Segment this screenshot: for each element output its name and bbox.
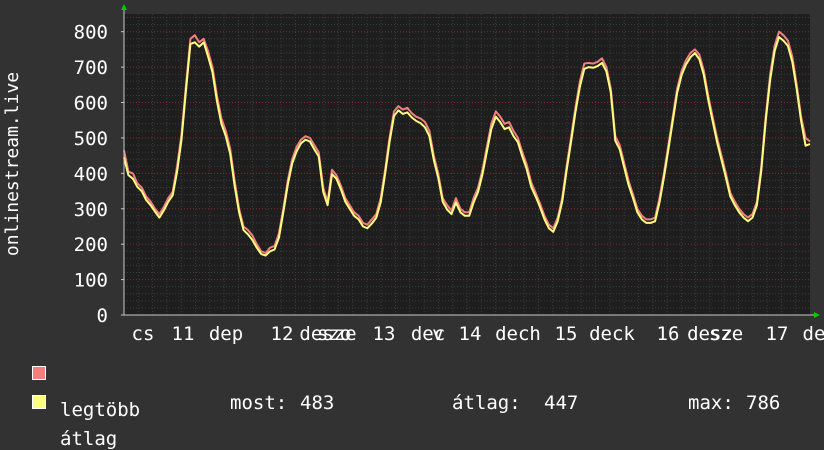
y-axis-label: onlinestream.live: [2, 72, 23, 256]
x-tick-labels: cs 11 dep 12 deszeszo 13 decv 14 dech 15 deck 16 des…: [132, 323, 824, 345]
x-tick-label: 15: [555, 323, 578, 345]
stat-max-value: 786: [746, 392, 781, 414]
legend-swatch-legtobb: [32, 366, 46, 380]
stat-most-value: 483: [300, 392, 335, 414]
x-tick-label: 11: [172, 323, 195, 345]
x-tick-label: 16: [657, 323, 680, 345]
x-tick-label: 13: [373, 323, 396, 345]
y-tick-label: 500: [74, 128, 108, 150]
x-tick-label: v: [432, 323, 443, 345]
y-tick-label: 700: [74, 57, 108, 79]
y-tick-label: 200: [74, 234, 108, 256]
x-tick-label: de: [803, 323, 824, 345]
x-tick-label: deck: [589, 323, 635, 345]
stat-atlag-value: 447: [544, 392, 579, 414]
x-tick-label: 12: [271, 323, 294, 345]
x-tick-label: 17: [766, 323, 789, 345]
y-tick-labels: 0 100 200 300 400 500 600 700 800: [74, 22, 108, 327]
y-axis-arrow: [121, 4, 127, 10]
legend-label-atlag: átlag: [60, 428, 118, 450]
chart: 0 100 200 300 400 500 600 700 800 cs 11 dep 12 de sze…: [2, 4, 824, 345]
y-tick-label: 0: [97, 305, 108, 327]
y-tick-label: 100: [74, 270, 108, 292]
legend-swatch-atlag: [32, 395, 46, 409]
x-tick-label: cs: [132, 323, 155, 345]
x-tick-label: sze: [709, 323, 743, 345]
stat-most-label: most:: [230, 392, 288, 414]
x-axis-arrow: [814, 312, 820, 318]
x-tick-label: szo: [317, 323, 351, 345]
stat-max-label: max:: [688, 392, 734, 414]
y-tick-label: 600: [74, 93, 108, 115]
legend-item-atlag: átlag: [32, 392, 117, 449]
x-tick-label: 14: [459, 323, 482, 345]
x-tick-label: dech: [495, 323, 541, 345]
y-tick-label: 800: [74, 22, 108, 44]
x-tick-label: dep: [209, 323, 243, 345]
y-tick-label: 400: [74, 163, 108, 185]
stat-atlag-label: átlag:: [452, 392, 521, 414]
y-tick-label: 300: [74, 199, 108, 221]
legend-label-legtobb: legtöbb: [60, 399, 141, 421]
